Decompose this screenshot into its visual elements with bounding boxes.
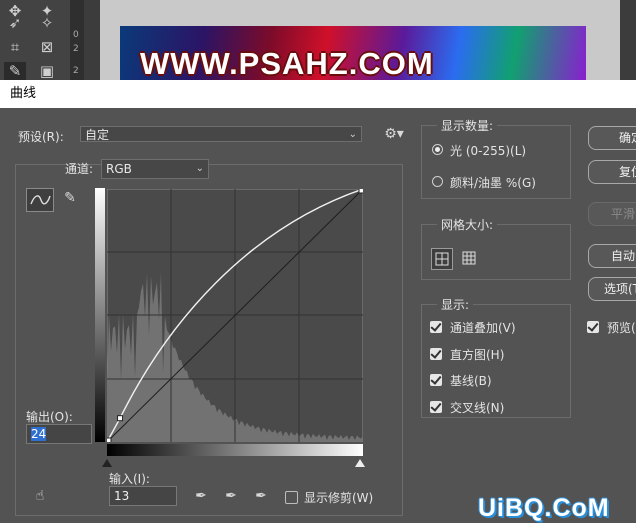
show-title: 显示: — [437, 296, 474, 313]
output-label: 输出(O): — [26, 410, 73, 424]
channel-overlay-checkbox[interactable] — [430, 321, 442, 333]
eyedropper-icon[interactable]: ✎ — [4, 62, 26, 80]
preview-label: 预览(P) — [607, 321, 636, 335]
channel-label: 通道: — [65, 162, 94, 176]
input-field[interactable]: 13 — [109, 486, 177, 506]
light-option-label: 光 (0-255)(L) — [450, 144, 527, 158]
grid-10x10-icon — [462, 251, 476, 265]
ok-button-label: 确定 — [619, 131, 636, 145]
quick-select-icon[interactable]: ✧ — [36, 14, 58, 32]
preset-dropdown[interactable]: 自定 ⌄ — [80, 126, 362, 142]
baseline-label: 基线(B) — [450, 374, 492, 388]
channel-value: RGB — [106, 162, 132, 176]
pigment-radio[interactable] — [432, 176, 443, 187]
gray-eyedropper-icon[interactable]: ✒ — [222, 488, 240, 504]
tools-panel: ✥ ✦ ➶ ✧ ⌗ ⊠ ✎ ▣ — [0, 0, 80, 80]
black-point-slider[interactable] — [102, 459, 112, 467]
input-value: 13 — [114, 489, 130, 503]
histogram-label: 直方图(H) — [450, 348, 505, 362]
pencil-icon[interactable]: ✎ — [60, 190, 80, 206]
intersection-label: 交叉线(N) — [450, 401, 505, 415]
curve-tool-icon — [30, 195, 51, 205]
preset-label: 预设(R): — [18, 130, 64, 144]
frame-icon[interactable]: ⊠ — [36, 38, 58, 56]
output-gradient — [95, 188, 105, 442]
curve-control-point[interactable] — [358, 189, 363, 194]
display-amount-title: 显示数量: — [437, 117, 498, 134]
grid-size-title: 网格大小: — [437, 216, 498, 233]
options-button[interactable]: 选项(T)... — [588, 277, 636, 301]
smooth-button-label: 平滑 — [611, 207, 636, 221]
grid-detailed-button[interactable] — [459, 248, 479, 268]
photo-text: WWW.PSAHZ.COM — [140, 46, 434, 81]
show-clipping-label: 显示修剪(W) — [304, 491, 374, 505]
curve-point-tool[interactable] — [26, 188, 54, 212]
curve-control-point[interactable] — [107, 437, 112, 442]
grid-4x4-icon — [435, 252, 449, 266]
options-button-label: 选项(T)... — [604, 282, 636, 296]
ok-button[interactable]: 确定 — [588, 126, 636, 150]
pigment-option-label: 颜料/油墨 %(G) — [450, 176, 536, 190]
channel-overlay-label: 通道叠加(V) — [450, 321, 516, 335]
crop-icon[interactable]: ⌗ — [4, 38, 26, 56]
light-radio[interactable] — [432, 144, 443, 155]
ruler: 0 2 2 — [70, 0, 84, 80]
auto-button-label: 自动 — [611, 249, 636, 263]
show-clipping-checkbox[interactable] — [285, 491, 298, 504]
baseline-checkbox[interactable] — [430, 374, 442, 386]
channel-dropdown[interactable]: RGB ⌄ — [101, 159, 209, 179]
chevron-down-icon: ⌄ — [195, 163, 204, 174]
curve-control-point[interactable] — [117, 415, 124, 422]
white-point-slider[interactable] — [355, 459, 365, 467]
preview-checkbox[interactable] — [587, 321, 599, 333]
target-adjust-icon[interactable]: ☝ — [30, 488, 50, 504]
brush-icon[interactable]: ▣ — [36, 62, 58, 80]
histogram-checkbox[interactable] — [430, 348, 442, 360]
watermark-text: UiBQ.CoM — [478, 494, 610, 522]
cancel-button[interactable]: 复位 — [588, 160, 636, 184]
black-eyedropper-icon[interactable]: ✒ — [192, 488, 210, 504]
input-gradient — [107, 444, 363, 456]
lasso-icon[interactable]: ➶ — [4, 14, 26, 32]
white-eyedropper-icon[interactable]: ✒ — [252, 488, 270, 504]
preset-options-gear-icon[interactable]: ⚙▾ — [383, 126, 405, 142]
intersection-checkbox[interactable] — [430, 401, 442, 413]
cancel-button-label: 复位 — [619, 165, 636, 179]
output-value: 24 — [31, 427, 47, 441]
auto-button[interactable]: 自动 — [588, 244, 636, 268]
dialog-title: 曲线 — [10, 86, 37, 101]
smooth-button: 平滑 — [588, 202, 636, 226]
grid-simple-button[interactable] — [431, 248, 453, 270]
preset-value: 自定 — [85, 128, 110, 142]
chevron-down-icon: ⌄ — [348, 129, 357, 140]
input-label: 输入(I): — [109, 472, 150, 486]
dialog-titlebar[interactable]: 曲线 — [0, 80, 636, 108]
curves-graph[interactable] — [107, 189, 363, 442]
output-field[interactable]: 24 — [26, 424, 92, 444]
